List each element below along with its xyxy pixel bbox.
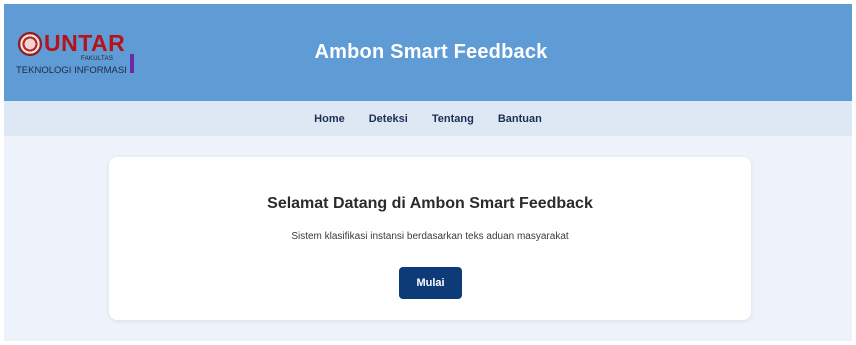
start-button[interactable]: Mulai xyxy=(399,267,462,299)
app-title: Ambon Smart Feedback xyxy=(314,41,548,63)
welcome-heading: Selamat Datang di Ambon Smart Feedback xyxy=(267,195,593,212)
welcome-card: Selamat Datang di Ambon Smart Feedback S… xyxy=(109,157,751,320)
site-header: UNTAR FAKULTAS TEKNOLOGI INFORMASI Ambon… xyxy=(4,4,852,101)
main-nav: Home Deteksi Tentang Bantuan xyxy=(4,101,852,136)
nav-item-deteksi[interactable]: Deteksi xyxy=(369,113,408,125)
app-frame: UNTAR FAKULTAS TEKNOLOGI INFORMASI Ambon… xyxy=(4,4,852,341)
welcome-description: Sistem klasifikasi instansi berdasarkan … xyxy=(291,231,569,242)
logo-subtitle: TEKNOLOGI INFORMASI xyxy=(16,65,127,76)
nav-item-tentang[interactable]: Tentang xyxy=(432,113,474,125)
nav-item-bantuan[interactable]: Bantuan xyxy=(498,113,542,125)
nav-item-home[interactable]: Home xyxy=(314,113,345,125)
